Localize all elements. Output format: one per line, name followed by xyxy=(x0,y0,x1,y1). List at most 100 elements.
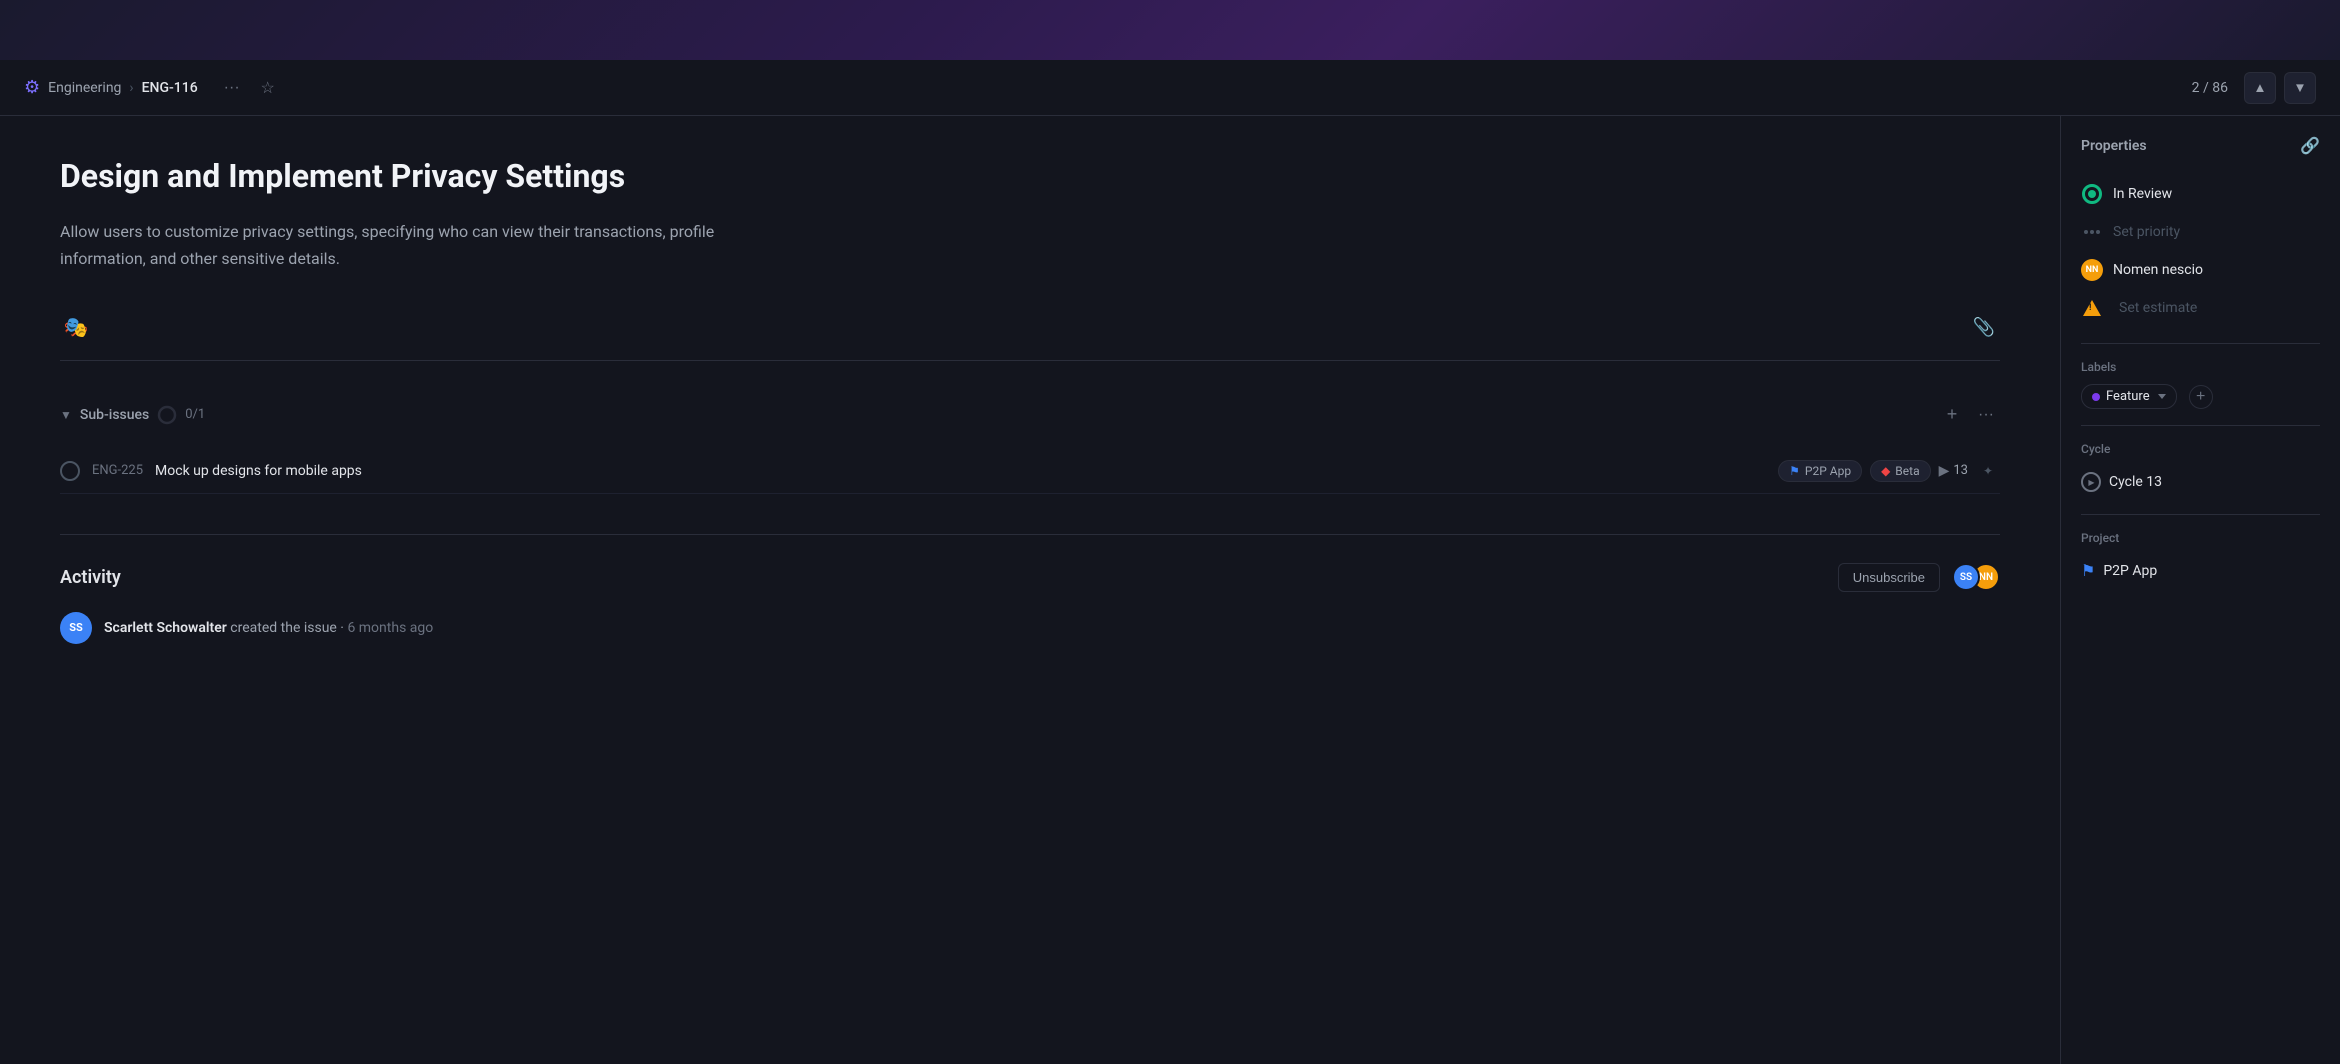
panel-header: Properties 🔗 xyxy=(2081,136,2320,155)
assign-sub-issue-button[interactable]: ✦ xyxy=(1976,459,2000,483)
main-panel: Design and Implement Privacy Settings Al… xyxy=(0,116,2060,1064)
cycle-icon xyxy=(2081,472,2101,492)
tag-label: P2P App xyxy=(1805,464,1851,478)
status-icon xyxy=(2081,183,2103,205)
toolbar-row: 🎭 📎 xyxy=(60,312,2000,361)
estimate-icon xyxy=(2081,297,2103,319)
sub-issue-status-icon xyxy=(60,461,80,481)
estimate-row[interactable]: Set estimate xyxy=(2081,289,2320,327)
chevron-down-icon: ▼ xyxy=(2293,80,2306,95)
nav-up-button[interactable]: ▲ xyxy=(2244,72,2276,104)
feature-label-text: Feature xyxy=(2106,389,2150,404)
breadcrumb-current: ENG-116 xyxy=(142,80,198,96)
sub-issues-header: ▼ Sub-issues 0/1 + ··· xyxy=(60,393,2000,437)
add-sub-issue-button[interactable]: + xyxy=(1938,401,1966,429)
labels-row: Feature + xyxy=(2081,384,2320,409)
sub-issues-more-button[interactable]: ··· xyxy=(1972,401,2000,429)
assignee-row[interactable]: NN Nomen nescio xyxy=(2081,251,2320,289)
cycle-section: Cycle Cycle 13 xyxy=(2081,442,2320,498)
emoji-icon: 🎭 xyxy=(64,315,89,340)
issue-description: Allow users to customize privacy setting… xyxy=(60,218,740,272)
estimate-label: Set estimate xyxy=(2119,300,2197,316)
gear-icon: ⚙ xyxy=(24,77,40,98)
priority-row[interactable]: Set priority xyxy=(2081,213,2320,251)
sub-issues-left: ▼ Sub-issues 0/1 xyxy=(60,405,205,425)
labels-section-title: Labels xyxy=(2081,360,2320,374)
breadcrumb: ⚙ Engineering › ENG-116 xyxy=(24,77,198,98)
divider-3 xyxy=(2081,514,2320,515)
activity-action: created the issue · xyxy=(230,620,347,636)
play-icon: ▶ xyxy=(1939,463,1950,479)
sub-issue-id: ENG-225 xyxy=(92,463,143,478)
sub-issue-item: ENG-225 Mock up designs for mobile apps … xyxy=(60,449,2000,494)
link-icon[interactable]: 🔗 xyxy=(2300,136,2320,155)
attachment-button[interactable]: 📎 xyxy=(1968,312,2000,344)
breadcrumb-separator: › xyxy=(129,80,133,96)
progress-ring xyxy=(157,405,177,425)
activity-author-name: Scarlett Schowalter xyxy=(104,620,227,636)
activity-time: 6 months ago xyxy=(347,620,433,636)
activity-actions: Unsubscribe SS NN xyxy=(1838,563,2000,592)
p2p-icon: ⚑ xyxy=(1789,464,1800,478)
project-name: P2P App xyxy=(2103,563,2157,579)
breadcrumb-parent[interactable]: Engineering xyxy=(48,80,121,96)
unsubscribe-button[interactable]: Unsubscribe xyxy=(1838,563,1940,592)
tag-beta[interactable]: ◆ Beta xyxy=(1870,460,1931,482)
sub-issues-count: 0/1 xyxy=(185,407,205,422)
star-button[interactable]: ☆ xyxy=(254,74,282,102)
cycle-section-title: Cycle xyxy=(2081,442,2320,456)
issue-title: Design and Implement Privacy Settings xyxy=(60,156,2000,198)
attachment-icon: 📎 xyxy=(1973,317,1995,338)
activity-item: SS Scarlett Schowalter created the issue… xyxy=(60,612,2000,644)
priority-icon xyxy=(2081,221,2103,243)
nav-down-button[interactable]: ▼ xyxy=(2284,72,2316,104)
warning-triangle-icon xyxy=(2083,300,2101,316)
project-section-title: Project xyxy=(2081,531,2320,545)
emoji-button[interactable]: 🎭 xyxy=(60,312,92,344)
sub-issues-chevron: ▼ xyxy=(60,408,72,422)
top-bar xyxy=(0,0,2340,60)
divider-1 xyxy=(2081,343,2320,344)
tag-label: Beta xyxy=(1895,464,1919,478)
project-row[interactable]: ⚑ P2P App xyxy=(2081,555,2320,586)
assignee-avatar: NN xyxy=(2081,259,2103,281)
content-area: Design and Implement Privacy Settings Al… xyxy=(0,116,2340,1064)
project-icon: ⚑ xyxy=(2081,561,2095,580)
activity-title: Activity xyxy=(60,567,121,588)
assignee-label: Nomen nescio xyxy=(2113,262,2203,278)
project-section: Project ⚑ P2P App xyxy=(2081,531,2320,586)
avatar-group: SS NN xyxy=(1952,563,2000,591)
divider-2 xyxy=(2081,425,2320,426)
header: ⚙ Engineering › ENG-116 ··· ☆ 2 / 86 ▲ ▼ xyxy=(0,60,2340,116)
more-button[interactable]: ··· xyxy=(218,74,246,102)
sub-issue-title[interactable]: Mock up designs for mobile apps xyxy=(155,463,1766,479)
label-chevron-icon xyxy=(2158,394,2166,399)
activity-author-avatar: SS xyxy=(60,612,92,644)
sub-issue-cycle: ▶ 13 xyxy=(1939,463,1968,479)
add-label-button[interactable]: + xyxy=(2189,385,2213,409)
activity-header: Activity Unsubscribe SS NN xyxy=(60,563,2000,592)
feature-label-dot xyxy=(2092,393,2100,401)
priority-label: Set priority xyxy=(2113,224,2180,240)
tag-p2p-app[interactable]: ⚑ P2P App xyxy=(1778,460,1862,482)
header-actions: ··· ☆ xyxy=(218,74,282,102)
cycle-num: 13 xyxy=(1953,463,1968,478)
status-label: In Review xyxy=(2113,186,2172,202)
beta-icon: ◆ xyxy=(1881,464,1890,478)
person-icon: ✦ xyxy=(1983,464,1993,478)
activity-section: Activity Unsubscribe SS NN SS Scarlett S… xyxy=(60,534,2000,644)
status-row[interactable]: In Review xyxy=(2081,175,2320,213)
right-panel: Properties 🔗 In Review Set priority xyxy=(2060,116,2340,1064)
activity-text: Scarlett Schowalter created the issue · … xyxy=(104,620,433,636)
sub-issue-tags: ⚑ P2P App ◆ Beta ▶ 13 ✦ xyxy=(1778,459,2000,483)
header-left: ⚙ Engineering › ENG-116 ··· ☆ xyxy=(24,74,2192,102)
toolbar-left: 🎭 xyxy=(60,312,92,344)
chevron-up-icon: ▲ xyxy=(2253,80,2266,95)
sub-issues-label[interactable]: Sub-issues xyxy=(80,407,149,423)
cycle-row[interactable]: Cycle 13 xyxy=(2081,466,2320,498)
feature-label-badge[interactable]: Feature xyxy=(2081,384,2177,409)
cycle-name: Cycle 13 xyxy=(2109,474,2162,490)
labels-section: Labels Feature + xyxy=(2081,360,2320,409)
pagination-display: 2 / 86 xyxy=(2192,80,2228,96)
header-right: 2 / 86 ▲ ▼ xyxy=(2192,72,2316,104)
